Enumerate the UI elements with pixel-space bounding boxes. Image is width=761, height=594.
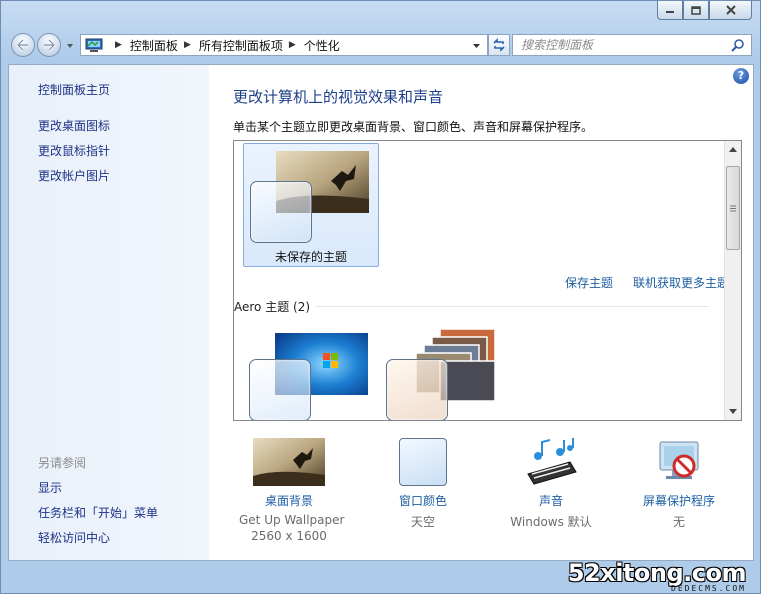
search-box[interactable] <box>512 34 752 56</box>
screensaver-setting[interactable]: 屏幕保护程序 无 <box>629 438 729 530</box>
breadcrumb-control-panel[interactable]: 控制面板 <box>130 37 178 54</box>
window-color-link[interactable]: 窗口颜色 <box>373 492 473 509</box>
address-box[interactable]: ▶ 控制面板 ▶ 所有控制面板项 ▶ 个性化 <box>80 34 488 56</box>
theme-list-scrollbar[interactable] <box>724 141 741 420</box>
page-description: 单击某个主题立即更改桌面背景、窗口颜色、声音和屏幕保护程序。 <box>233 120 594 134</box>
aero-themes-group-header: Aero 主题 (2) <box>234 298 709 315</box>
save-theme-link[interactable]: 保存主题 <box>565 274 613 291</box>
desktop-background-name: Get Up Wallpaper <box>239 513 345 527</box>
minimize-button[interactable] <box>657 1 683 20</box>
arrow-up-icon <box>729 147 737 152</box>
arrow-down-icon <box>729 409 737 414</box>
close-icon <box>725 5 736 15</box>
theme-glass-swatch <box>250 181 312 243</box>
sidebar-link-account-picture[interactable]: 更改帐户图片 <box>38 167 110 184</box>
desktop-background-resolution: 2560 x 1600 <box>251 529 327 543</box>
desktop-background-link[interactable]: 桌面背景 <box>239 492 339 509</box>
breadcrumb-separator[interactable]: ▶ <box>184 40 191 50</box>
desktop-background-icon <box>253 438 325 486</box>
address-bar: ▶ 控制面板 ▶ 所有控制面板项 ▶ 个性化 <box>9 31 754 59</box>
sidebar-link-desktop-icons[interactable]: 更改桌面图标 <box>38 117 110 134</box>
breadcrumb-personalization[interactable]: 个性化 <box>304 37 340 54</box>
scroll-down-button[interactable] <box>725 403 741 420</box>
see-also-heading: 另请参阅 <box>38 456 87 470</box>
control-panel-icon <box>85 38 103 52</box>
watermark-logo: 52xitong.com <box>567 559 747 587</box>
sidebar-link-mouse-pointers[interactable]: 更改鼠标指针 <box>38 142 110 159</box>
sidebar-link-display[interactable]: 显示 <box>38 479 62 496</box>
theme-actions: 保存主题 联机获取更多主题 <box>565 274 729 291</box>
page-title: 更改计算机上的视觉效果和声音 <box>233 88 444 106</box>
maximize-button[interactable] <box>683 1 709 20</box>
back-button[interactable] <box>11 33 35 57</box>
theme-item-windows7[interactable] <box>243 327 379 420</box>
screensaver-value: 无 <box>672 515 685 529</box>
desktop-background-setting[interactable]: 桌面背景 Get Up Wallpaper 2560 x 1600 <box>239 438 345 543</box>
window-color-setting[interactable]: 窗口颜色 天空 <box>373 438 473 530</box>
sounds-value: Windows 默认 <box>510 515 592 529</box>
window-color-swatch <box>399 438 447 486</box>
personalization-window: ▶ 控制面板 ▶ 所有控制面板项 ▶ 个性化 控制面板主页 更改桌面图标 更改鼠… <box>0 0 761 594</box>
group-divider <box>316 306 709 307</box>
sidebar-link-control-panel-home[interactable]: 控制面板主页 <box>38 81 110 98</box>
theme-item-unsaved[interactable]: 未保存的主题 <box>243 143 379 267</box>
theme-label: 未保存的主题 <box>274 250 347 264</box>
caption-buttons <box>657 1 752 20</box>
theme-list: 未保存的主题 保存主题 联机获取更多主题 Aero 主题 (2) <box>233 140 742 421</box>
breadcrumb-separator[interactable]: ▶ <box>115 40 122 50</box>
aero-themes-group-label: Aero 主题 (2) <box>234 300 311 314</box>
refresh-button[interactable] <box>488 34 510 56</box>
content-area: 控制面板主页 更改桌面图标 更改鼠标指针 更改帐户图片 另请参阅 显示 任务栏和… <box>8 64 754 561</box>
theme-glass-swatch <box>249 359 311 420</box>
sidebar-link-ease-of-access[interactable]: 轻松访问中心 <box>38 529 110 546</box>
screensaver-disabled-icon <box>659 441 699 479</box>
help-icon[interactable]: ? <box>733 68 749 84</box>
search-icon[interactable] <box>731 38 745 52</box>
breadcrumb-separator[interactable]: ▶ <box>289 40 296 50</box>
get-more-themes-link[interactable]: 联机获取更多主题 <box>633 274 729 291</box>
search-input[interactable] <box>521 38 721 52</box>
screensaver-link[interactable]: 屏幕保护程序 <box>629 492 729 509</box>
minimize-icon <box>666 11 674 13</box>
maximize-icon <box>691 5 701 15</box>
breadcrumb-all-items[interactable]: 所有控制面板项 <box>199 37 283 54</box>
scroll-up-button[interactable] <box>725 141 741 158</box>
arrow-right-icon <box>44 39 56 51</box>
window-color-value: 天空 <box>410 515 435 529</box>
sidebar-link-taskbar-start-menu[interactable]: 任务栏和「开始」菜单 <box>38 504 158 521</box>
sidebar: 控制面板主页 更改桌面图标 更改鼠标指针 更改帐户图片 另请参阅 显示 任务栏和… <box>9 65 209 560</box>
arrow-left-icon <box>16 39 28 51</box>
sounds-setting[interactable]: 声音 Windows 默认 <box>501 438 601 530</box>
recent-pages-dropdown-icon[interactable] <box>65 41 75 51</box>
chevron-down-icon[interactable] <box>472 42 481 50</box>
sound-keyboard-icon <box>527 438 577 485</box>
sounds-link[interactable]: 声音 <box>501 492 601 509</box>
scroll-thumb[interactable] <box>726 166 740 250</box>
grip-icon <box>730 205 736 211</box>
refresh-icon <box>493 38 505 52</box>
close-button[interactable] <box>709 1 752 20</box>
watermark-sub: DEDECMS.COM <box>671 584 746 593</box>
forward-button[interactable] <box>37 33 61 57</box>
theme-glass-swatch <box>386 359 448 420</box>
theme-item-scenes[interactable] <box>380 327 516 420</box>
